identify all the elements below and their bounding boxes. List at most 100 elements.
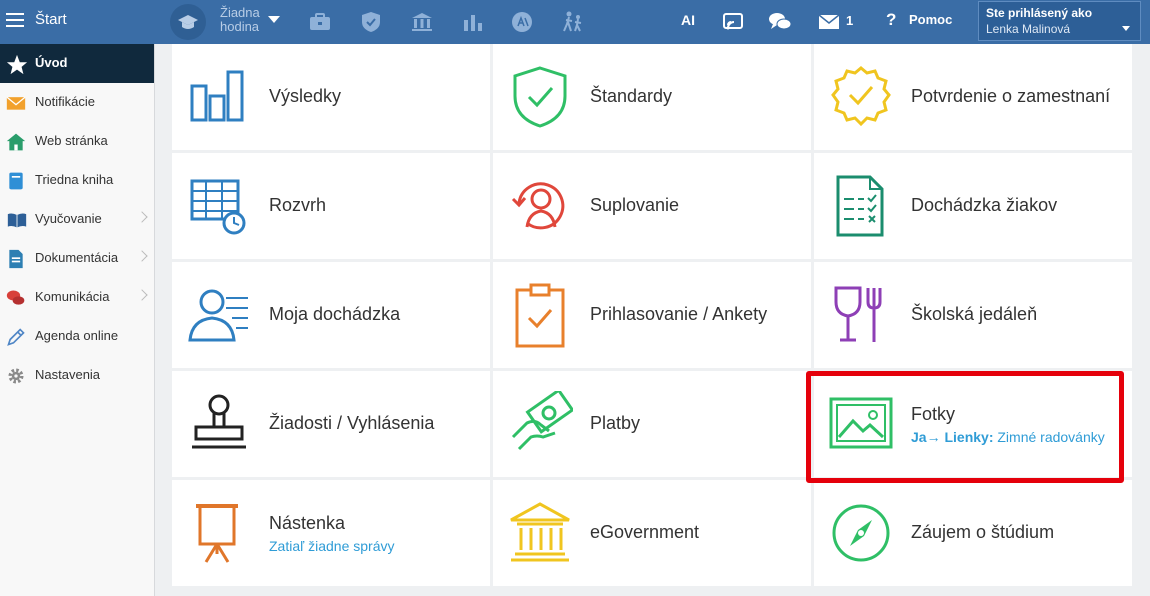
gear-icon <box>6 366 26 386</box>
tile-prihlasovanie-ankety[interactable]: Prihlasovanie / Ankety <box>493 262 811 368</box>
start-label[interactable]: Štart <box>35 11 67 28</box>
tile-ziadosti-vyhlasenia[interactable]: Žiadosti / Vyhlásenia <box>172 371 490 477</box>
tile-zaujem-o-studium[interactable]: Záujem o štúdium <box>814 480 1132 586</box>
sidebar-item-vyucovanie[interactable]: Vyučovanie <box>0 200 154 239</box>
chevron-right-icon <box>136 211 148 223</box>
tile-standardy[interactable]: Štandardy <box>493 44 811 150</box>
sidebar-item-label: Notifikácie <box>35 94 95 109</box>
top-bar: Štart Žiadna hodina AI 1 ? Pomoc Ste pri… <box>0 0 1150 44</box>
chevron-right-icon <box>136 289 148 301</box>
tile-label: Potvrdenie o zamestnaní <box>911 86 1111 106</box>
hour-line-1: Žiadna <box>220 5 260 20</box>
bar-chart-icon <box>186 64 252 130</box>
person-list-icon <box>186 282 252 348</box>
logged-in-label: Ste prihlásený ako <box>986 6 1093 20</box>
sidebar-item-label: Triedna kniha <box>35 172 114 187</box>
home-icon <box>6 132 26 152</box>
chat-icon[interactable] <box>768 10 792 34</box>
attendance-sheet-icon <box>828 173 894 239</box>
clipboard-check-icon <box>507 282 573 348</box>
tile-label: Moja dochádzka <box>269 304 401 324</box>
certificate-seal-icon <box>828 64 894 130</box>
tile-egovernment[interactable]: eGovernment <box>493 480 811 586</box>
sidebar-item-label: Web stránka <box>35 133 108 148</box>
timetable-icon <box>186 173 252 239</box>
sidebar-item-label: Agenda online <box>35 328 119 343</box>
sidebar-item-komunikacia[interactable]: Komunikácia <box>0 278 154 317</box>
tile-label: Nástenka <box>269 513 346 533</box>
tile-suplovanie[interactable]: Suplovanie <box>493 153 811 259</box>
tile-label: Žiadosti / Vyhlásenia <box>269 413 435 433</box>
stamp-icon <box>186 391 252 457</box>
tile-platby[interactable]: Platby <box>493 371 811 477</box>
children-walking-icon[interactable] <box>561 10 585 34</box>
bar-chart-icon[interactable] <box>461 10 485 34</box>
nastenka-status: Zatiaľ žiadne správy <box>269 538 395 554</box>
sidebar-item-label: Úvod <box>35 55 68 70</box>
briefcase-icon[interactable] <box>308 10 332 34</box>
tile-fotky[interactable]: Fotky Ja→ Lienky: Zimné radovánky <box>814 371 1132 477</box>
tile-vysledky[interactable]: Výsledky <box>172 44 490 150</box>
tile-label: Výsledky <box>269 86 342 106</box>
photo-icon <box>828 391 894 457</box>
chevron-right-icon <box>136 250 148 262</box>
ai-badge-icon[interactable] <box>510 10 534 34</box>
user-name: Lenka Malinová <box>986 22 1071 36</box>
flipchart-icon <box>186 500 252 566</box>
sidebar: Úvod Notifikácie Web stránka Triedna kni… <box>0 44 155 596</box>
envelope-icon <box>6 93 26 113</box>
tile-label: Štandardy <box>590 86 673 106</box>
chevron-down-icon <box>1122 26 1130 31</box>
cutlery-icon <box>828 282 894 348</box>
fotky-latest-album[interactable]: Ja→ Lienky: Zimné radovánky <box>911 429 1105 445</box>
menu-icon[interactable] <box>6 10 24 28</box>
bank-icon[interactable] <box>410 10 434 34</box>
sidebar-item-uvod[interactable]: Úvod <box>0 44 154 83</box>
compass-icon <box>828 500 894 566</box>
tile-label: Rozvrh <box>269 195 327 215</box>
government-building-icon <box>507 500 573 566</box>
lesson-hour-label: Žiadna hodina <box>220 6 260 34</box>
tile-potvrdenie-o-zamestnani[interactable]: Potvrdenie o zamestnaní <box>814 44 1132 150</box>
tile-rozvrh[interactable]: Rozvrh <box>172 153 490 259</box>
tile-nastenka[interactable]: Nástenka Zatiaľ žiadne správy <box>172 480 490 586</box>
help-question-icon[interactable]: ? <box>886 10 896 30</box>
graduation-cap-icon <box>170 4 206 40</box>
tile-moja-dochadzka[interactable]: Moja dochádzka <box>172 262 490 368</box>
tile-label: Prihlasovanie / Ankety <box>590 304 768 324</box>
tile-label: Suplovanie <box>590 195 680 215</box>
sidebar-item-label: Dokumentácia <box>35 250 119 265</box>
ai-label[interactable]: AI <box>681 12 695 28</box>
sidebar-item-label: Nastavenia <box>35 367 101 382</box>
chat-icon <box>6 288 26 308</box>
help-label[interactable]: Pomoc <box>909 12 952 27</box>
substitute-person-icon <box>507 173 573 239</box>
sidebar-item-nastavenia[interactable]: Nastavenia <box>0 356 154 395</box>
envelope-icon[interactable] <box>817 10 841 34</box>
book-icon <box>6 171 26 191</box>
shield-icon[interactable] <box>359 10 383 34</box>
sidebar-item-agenda-online[interactable]: Agenda online <box>0 317 154 356</box>
chevron-down-icon <box>268 16 280 23</box>
tile-label: Platby <box>590 413 641 433</box>
message-count-badge[interactable]: 1 <box>846 13 853 28</box>
album-name-link[interactable]: Zimné radovánky <box>997 429 1104 445</box>
sidebar-item-label: Vyučovanie <box>35 211 102 226</box>
sidebar-item-notifikacie[interactable]: Notifikácie <box>0 83 154 122</box>
money-hand-icon <box>507 388 575 457</box>
user-account-dropdown[interactable]: Ste prihlásený ako Lenka Malinová <box>978 1 1141 41</box>
sidebar-item-dokumentacia[interactable]: Dokumentácia <box>0 239 154 278</box>
album-class-link[interactable]: Ja→ Lienky: <box>911 429 993 445</box>
sidebar-item-label: Komunikácia <box>35 289 110 304</box>
lesson-hour-selector[interactable]: Žiadna hodina <box>168 2 286 42</box>
tile-label: Fotky <box>911 404 956 424</box>
sidebar-item-triedna-kniha[interactable]: Triedna kniha <box>0 161 154 200</box>
tile-skolska-jedalen[interactable]: Školská jedáleň <box>814 262 1132 368</box>
tile-dochadzka-ziakov[interactable]: Dochádzka žiakov <box>814 153 1132 259</box>
tile-label: Školská jedáleň <box>911 304 1038 324</box>
tile-label: eGovernment <box>590 522 700 542</box>
sidebar-item-web-stranka[interactable]: Web stránka <box>0 122 154 161</box>
star-icon <box>6 54 28 75</box>
cast-screen-icon[interactable] <box>721 10 745 34</box>
shield-check-icon <box>507 64 573 130</box>
